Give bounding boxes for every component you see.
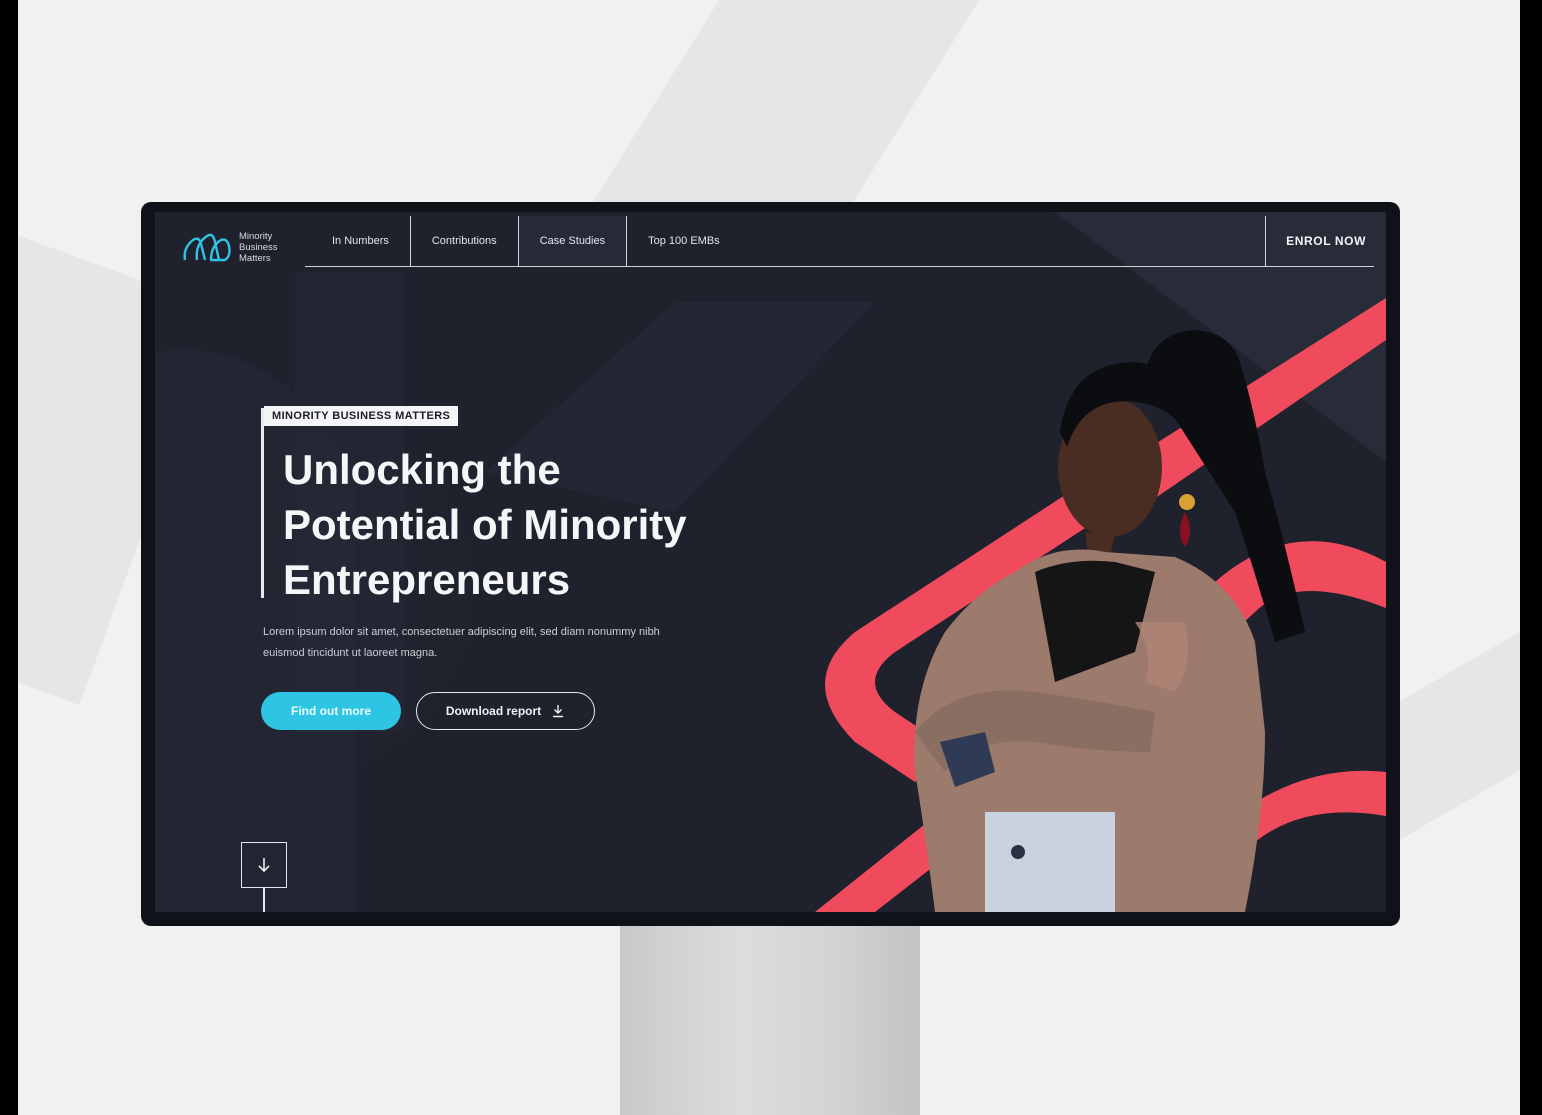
hero-graphic — [815, 298, 1386, 912]
website-screen: Minority Business Matters In Numbers Con… — [155, 212, 1386, 912]
monitor: Minority Business Matters In Numbers Con… — [141, 202, 1400, 926]
monitor-stand — [620, 922, 920, 1115]
